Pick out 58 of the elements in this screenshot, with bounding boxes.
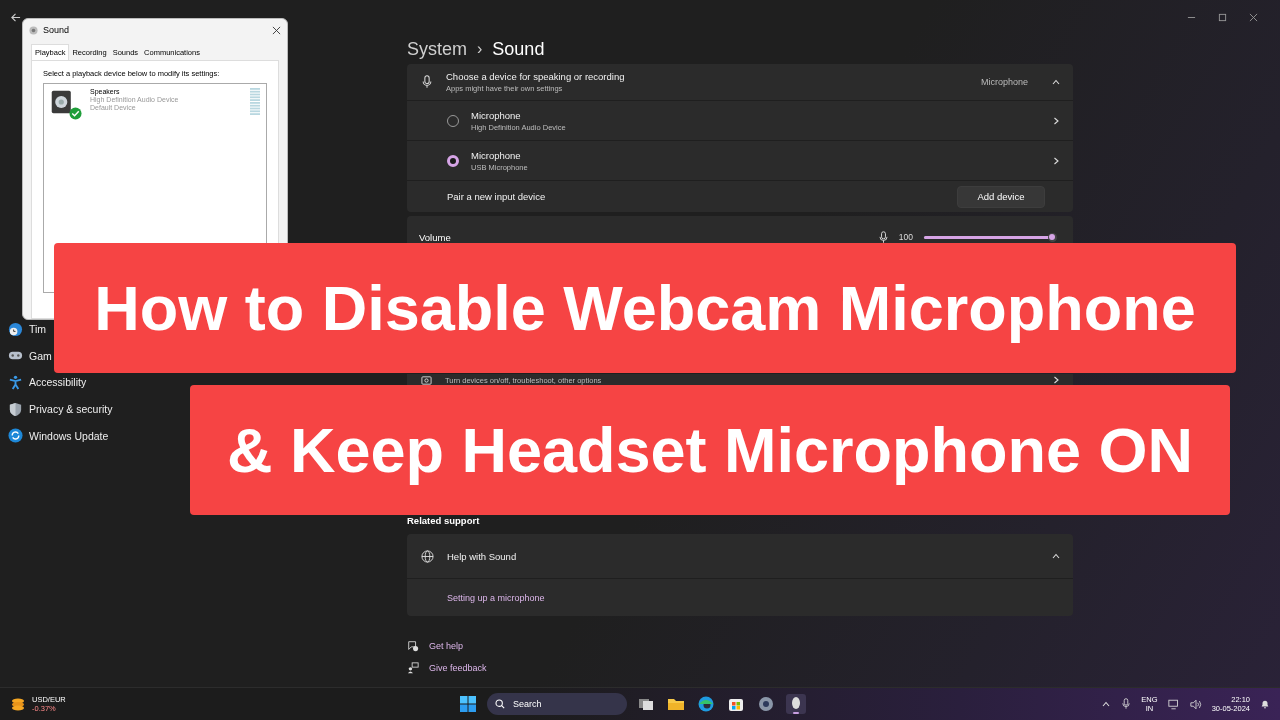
globe-icon: [421, 549, 434, 563]
help-chat-icon: [407, 640, 419, 652]
device-name: Microphone: [471, 109, 522, 121]
current-device: Microphone: [980, 77, 1028, 87]
title-banner: How to Disable Webcam Microphone: [54, 243, 1236, 373]
update-icon: [8, 428, 23, 444]
search-icon: [495, 699, 505, 709]
clock-globe-icon: [8, 321, 23, 337]
chevron-up-icon: [1051, 551, 1061, 561]
breadcrumb-link[interactable]: System: [407, 38, 467, 60]
bell-icon[interactable]: [1260, 699, 1270, 709]
device-name: Microphone: [471, 149, 522, 161]
nav-item[interactable]: Tim: [8, 316, 47, 343]
nav-item[interactable]: Windows Update: [8, 422, 109, 449]
accessibility-icon: [8, 375, 23, 390]
microphone-icon: [877, 230, 889, 244]
shield-icon: [8, 401, 23, 417]
breadcrumb-separator: ›: [477, 40, 483, 58]
volume-icon[interactable]: [1189, 698, 1202, 710]
chevron-right-icon: [1051, 375, 1061, 385]
chevron-up-icon: [1051, 77, 1061, 87]
pair-label: Pair a new input device: [447, 191, 547, 202]
volume-label: Volume: [419, 231, 452, 243]
help-link[interactable]: Setting up a microphone: [447, 592, 545, 603]
microphone-icon: [421, 75, 433, 89]
device-settings-icon: [421, 374, 432, 386]
level-meter-icon: [250, 88, 260, 116]
slider-thumb[interactable]: [1047, 232, 1057, 242]
feedback-icon: [407, 662, 419, 674]
maximize-icon[interactable]: [1218, 12, 1227, 22]
nav-item[interactable]: Gam: [8, 342, 52, 370]
add-device-button[interactable]: Add device: [957, 185, 1045, 208]
help-title: Help with Sound: [447, 550, 518, 562]
section-heading: Related support: [407, 515, 481, 528]
search-bar[interactable]: Search: [487, 693, 627, 715]
windows-logo-icon: [460, 696, 476, 712]
coins-icon: [10, 696, 26, 712]
nav-item[interactable]: Privacy & security: [8, 395, 113, 423]
title-banner: & Keep Headset Microphone ON: [190, 385, 1230, 515]
microphone-icon: [1121, 698, 1132, 710]
chevron-right-icon: [1051, 115, 1061, 126]
chevron-right-icon: [1051, 155, 1061, 166]
start-button[interactable]: [457, 693, 479, 715]
footer-link[interactable]: Get help: [429, 641, 464, 651]
speaker-icon: [29, 25, 38, 35]
dialog-title: Sound: [43, 25, 71, 35]
close-icon[interactable]: [1249, 12, 1258, 22]
footer-link[interactable]: Give feedback: [429, 663, 487, 673]
chevron-up-icon: [1101, 699, 1112, 709]
page-title: Sound: [492, 38, 545, 60]
network-icon[interactable]: [1167, 698, 1180, 710]
back-arrow-icon[interactable]: [10, 11, 21, 23]
radio-button[interactable]: [447, 154, 459, 167]
close-icon[interactable]: [272, 25, 281, 35]
microphone-app-icon[interactable]: [785, 693, 807, 715]
search-input[interactable]: Search: [511, 698, 615, 710]
volume-reading: 100: [898, 232, 913, 242]
setting-title: Choose a device for speaking or recording: [446, 71, 626, 82]
